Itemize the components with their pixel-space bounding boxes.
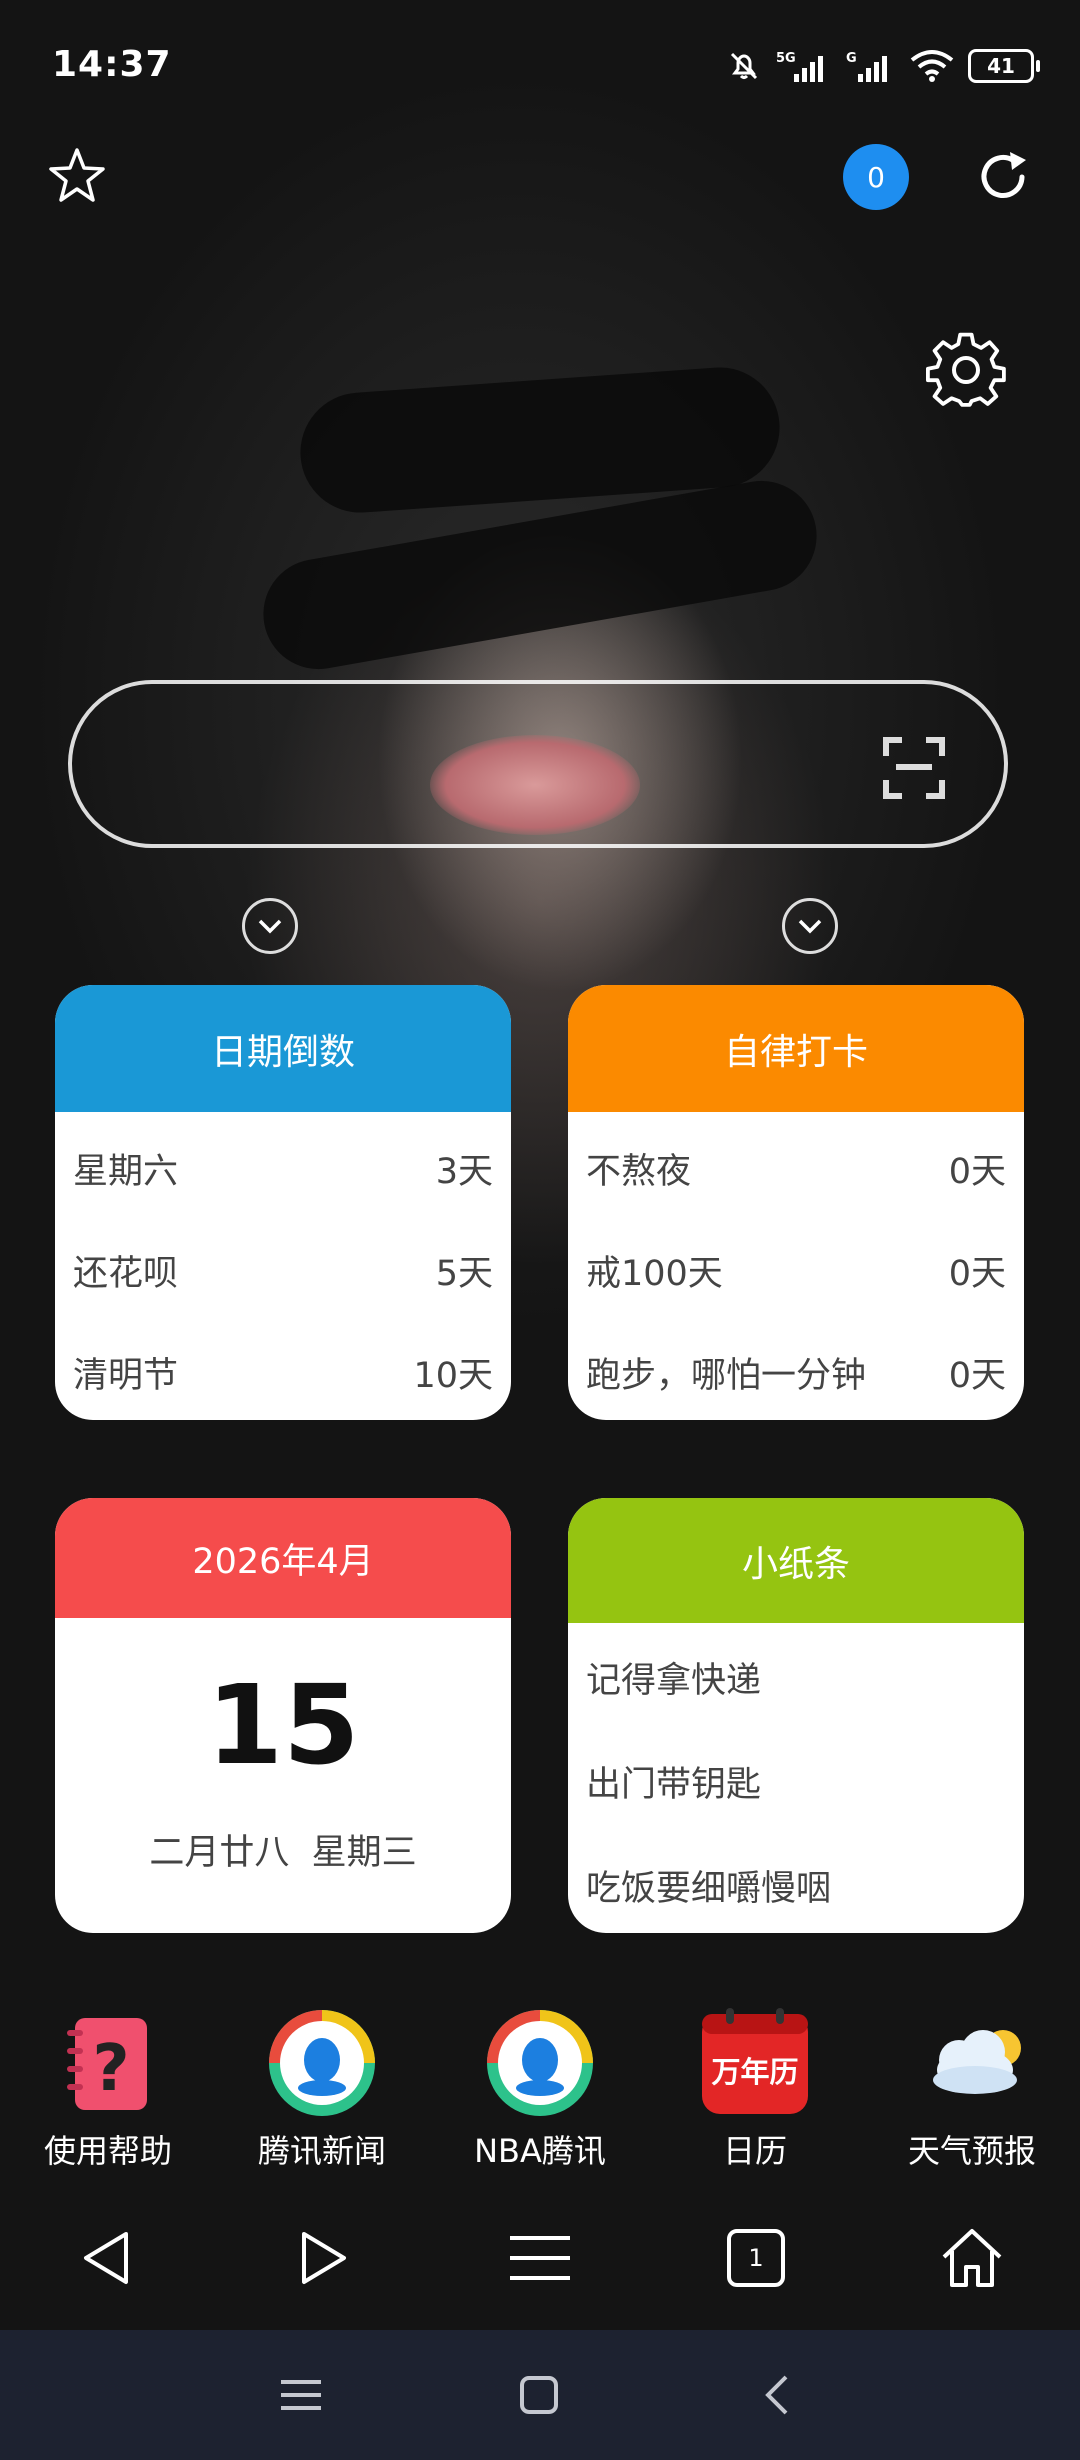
signal-5g-icon: 5G [776,51,823,82]
square-home-icon [520,2376,558,2414]
note-item[interactable]: 吃饭要细嚼慢咽 [568,1833,1024,1933]
shortcut-label: 天气预报 [907,2132,1036,2170]
list-item[interactable]: 不熬夜 0天 [568,1117,1024,1219]
expand-chevron-right[interactable] [782,898,838,954]
shortcut-label: 日历 [722,2132,787,2170]
back-button[interactable] [66,2218,146,2298]
home-nav-button[interactable] [504,2360,574,2430]
list-item[interactable]: 清明节 10天 [55,1321,511,1420]
tencent-nba-icon [485,2008,595,2118]
battery-level: 41 [987,54,1015,78]
refresh-icon[interactable] [970,144,1036,210]
bookmark-star-icon[interactable] [44,144,110,210]
recents-menu-icon [281,2380,321,2410]
item-value: 0天 [948,1355,1006,1396]
system-nav-bar [0,2330,1080,2460]
triangle-right-icon [302,2232,346,2284]
notification-count: 0 [867,160,885,194]
signal-g-icon: G [846,51,887,82]
calendar-day: 15 [206,1661,360,1789]
chevron-down-icon [798,919,822,934]
triangle-left-icon [84,2232,128,2284]
shortcut-tencent-news[interactable]: 腾讯新闻 [232,2008,412,2172]
search-bar[interactable] [68,680,1008,848]
svg-text:?: ? [92,2032,129,2106]
item-value: 0天 [948,1151,1006,1192]
item-label: 清明节 [73,1355,179,1396]
item-value: 0天 [948,1253,1006,1294]
home-button[interactable] [932,2218,1012,2298]
item-value: 10天 [413,1355,493,1396]
item-label: 戒100天 [586,1253,723,1294]
countdown-card[interactable]: 日期倒数 星期六 3天 还花呗 5天 清明节 10天 [55,985,511,1420]
mute-bell-icon [730,52,758,80]
shortcut-nba[interactable]: NBA腾讯 [450,2008,630,2172]
notes-card[interactable]: 小纸条 记得拿快递 出门带钥匙 吃饭要细嚼慢咽 [568,1498,1024,1933]
tabs-button[interactable]: 1 [716,2218,796,2298]
card-title: 自律打卡 [568,985,1024,1112]
menu-button[interactable] [500,2218,580,2298]
shortcut-label: 腾讯新闻 [257,2132,386,2170]
forward-button[interactable] [284,2218,364,2298]
weather-cloud-icon [917,2008,1027,2118]
scan-icon[interactable] [882,736,946,800]
card-title: 日期倒数 [55,985,511,1112]
shortcut-row: ? 使用帮助 腾讯新闻 NBA腾讯 万年历 日历 天气预报 [0,2008,1080,2188]
tab-count-box: 1 [727,2229,785,2287]
signal-g-label: G [846,51,857,66]
item-label: 还花呗 [73,1253,179,1294]
back-nav-button[interactable] [742,2360,812,2430]
tab-count: 1 [748,2244,764,2272]
expand-chevron-left[interactable] [242,898,298,954]
search-input[interactable] [112,724,876,806]
item-value: 3天 [435,1151,493,1192]
card-title: 小纸条 [568,1498,1024,1623]
note-item[interactable]: 出门带钥匙 [568,1729,1024,1833]
item-label: 星期六 [73,1151,179,1192]
recents-button[interactable] [266,2360,336,2430]
item-label: 跑步，哪怕一分钟 [586,1355,867,1396]
tencent-news-icon [267,2008,377,2118]
chevron-left-icon [765,2375,788,2415]
battery-icon: 41 [968,49,1040,83]
status-time: 14:37 [52,44,172,85]
list-item[interactable]: 戒100天 0天 [568,1219,1024,1321]
shortcut-weather[interactable]: 天气预报 [882,2008,1062,2172]
list-item[interactable]: 跑步，哪怕一分钟 0天 [568,1321,1024,1420]
settings-gear-icon[interactable] [926,330,1006,410]
checkin-card[interactable]: 自律打卡 不熬夜 0天 戒100天 0天 跑步，哪怕一分钟 0天 [568,985,1024,1420]
note-item[interactable]: 记得拿快递 [568,1625,1024,1729]
wannianli-calendar-icon: 万年历 [700,2008,810,2118]
status-icons: 5G G 41 [726,44,1040,88]
notification-badge[interactable]: 0 [843,144,909,210]
shortcut-help[interactable]: ? 使用帮助 [18,2008,198,2172]
shortcut-calendar[interactable]: 万年历 日历 [665,2008,845,2172]
home-icon [942,2229,1002,2287]
calendar-month: 2026年4月 [55,1498,511,1618]
item-value: 5天 [435,1253,493,1294]
shortcut-label: NBA腾讯 [474,2132,606,2170]
list-item[interactable]: 星期六 3天 [55,1117,511,1219]
calendar-card[interactable]: 2026年4月 15 二月廿八 星期三 [55,1498,511,1933]
list-item[interactable]: 还花呗 5天 [55,1219,511,1321]
hamburger-menu-icon [510,2236,570,2280]
wifi-icon [910,50,954,82]
signal-5g-label: 5G [776,51,796,66]
calendar-lunar-weekday: 二月廿八 星期三 [149,1833,417,1873]
chevron-down-icon [258,919,282,934]
item-label: 不熬夜 [586,1151,692,1192]
status-bar: 14:37 5G G 41 [0,0,1080,135]
calendar-icon-text: 万年历 [711,2055,798,2089]
shortcut-label: 使用帮助 [43,2132,172,2170]
help-notebook-icon: ? [53,2008,163,2118]
